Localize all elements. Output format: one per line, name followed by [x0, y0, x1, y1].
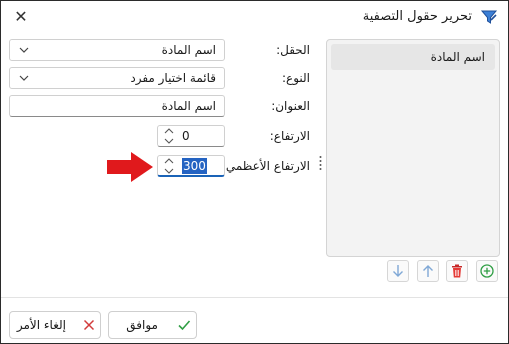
type-label: النوع: [281, 71, 310, 85]
spin-arrows-icon[interactable] [162, 156, 176, 176]
ok-button[interactable]: موافق [108, 311, 197, 339]
filter-funnel-icon [480, 10, 498, 24]
arrow-up-icon [423, 265, 433, 277]
chevron-down-icon [19, 47, 29, 53]
check-icon [178, 320, 191, 331]
trash-icon [452, 264, 462, 278]
field-label: الحقل: [276, 43, 310, 57]
chevron-down-icon [19, 75, 29, 81]
red-arrow-icon [107, 152, 153, 182]
dialog-title: تحرير حقول التصفية [362, 9, 472, 24]
add-circle-icon [480, 264, 494, 278]
footer-divider [1, 297, 508, 298]
close-button[interactable]: ✕ [9, 6, 33, 28]
height-label: الارتفاع: [269, 129, 310, 143]
type-combobox[interactable]: قائمة اختيار مفرد [9, 67, 225, 89]
caption-input[interactable]: اسم المادة [9, 95, 225, 117]
splitter-grip-icon[interactable] [319, 155, 322, 171]
cancel-button-label: إلغاء الأمر [16, 318, 66, 332]
move-up-button[interactable] [417, 260, 439, 282]
caption-label: العنوان: [271, 99, 310, 113]
spin-arrows-icon[interactable] [162, 126, 176, 146]
list-item[interactable]: اسم المادة [331, 44, 495, 70]
field-value: اسم المادة [161, 43, 216, 57]
delete-button[interactable] [446, 260, 468, 282]
caption-value: اسم المادة [161, 99, 216, 113]
type-value: قائمة اختيار مفرد [130, 71, 216, 85]
height-spinbox[interactable]: 0 [157, 125, 225, 147]
cancel-button[interactable]: إلغاء الأمر [9, 311, 101, 339]
arrow-down-icon [393, 265, 403, 277]
title-bar: تحرير حقول التصفية ✕ [1, 1, 508, 33]
field-combobox[interactable]: اسم المادة [9, 39, 225, 61]
max-height-label: الارتفاع الأعظمي: [221, 159, 310, 173]
fields-list[interactable]: اسم المادة [326, 39, 500, 257]
max-height-spinbox[interactable]: 300 [157, 155, 225, 177]
move-down-button[interactable] [387, 260, 409, 282]
filter-fields-dialog: تحرير حقول التصفية ✕ اسم المادة الحقل: ا… [0, 0, 509, 344]
cancel-x-icon [83, 319, 95, 331]
add-button[interactable] [476, 260, 498, 282]
max-height-value: 300 [182, 158, 207, 174]
height-value: 0 [182, 129, 190, 143]
ok-button-label: موافق [126, 318, 158, 332]
